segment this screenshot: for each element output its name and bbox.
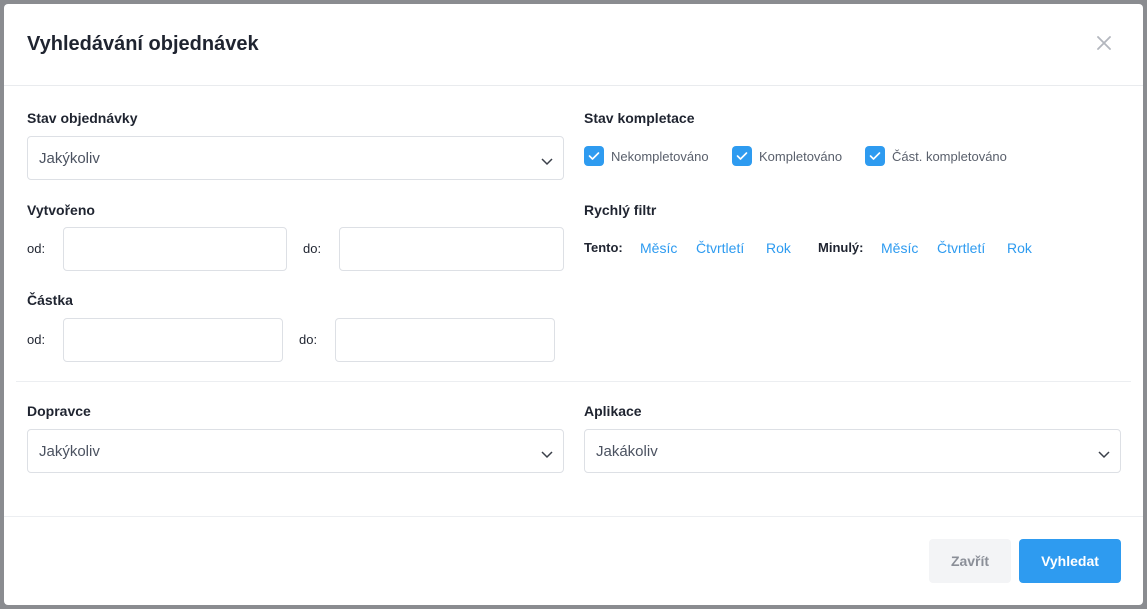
checkbox-completed[interactable]: Kompletováno	[732, 146, 842, 166]
quick-filter-label: Rychlý filtr	[584, 202, 657, 218]
carrier-label: Dopravce	[27, 403, 91, 419]
checkmark-icon	[732, 146, 752, 166]
checkbox-label: Část. kompletováno	[892, 148, 1007, 164]
quick-filter-this-year[interactable]: Rok	[766, 240, 791, 256]
search-button[interactable]: Vyhledat	[1019, 539, 1121, 583]
application-value: Jakákoliv	[596, 443, 658, 460]
amount-label: Částka	[27, 292, 73, 308]
footer-divider	[4, 516, 1143, 517]
checkbox-not-completed[interactable]: Nekompletováno	[584, 146, 709, 166]
order-status-label: Stav objednávky	[27, 110, 138, 126]
chevron-down-icon	[541, 153, 553, 166]
quick-filter-last-quarter[interactable]: Čtvrtletí	[937, 240, 985, 256]
checkbox-partially-completed[interactable]: Část. kompletováno	[865, 146, 1007, 166]
checkbox-label: Kompletováno	[759, 148, 843, 164]
section-divider	[16, 381, 1131, 382]
completion-status-label: Stav kompletace	[584, 110, 695, 126]
amount-from-input[interactable]	[63, 318, 283, 362]
created-to-input[interactable]	[339, 227, 564, 271]
amount-to-label: do:	[299, 332, 318, 347]
order-status-value: Jakýkoliv	[39, 150, 100, 167]
application-label: Aplikace	[584, 403, 642, 419]
order-status-select[interactable]: Jakýkoliv	[27, 136, 564, 180]
close-button[interactable]: Zavřít	[929, 539, 1011, 583]
created-from-label: od:	[27, 241, 46, 256]
checkmark-icon	[584, 146, 604, 166]
amount-to-input[interactable]	[335, 318, 555, 362]
quick-filter-this-month[interactable]: Měsíc	[640, 240, 677, 256]
created-from-input[interactable]	[63, 227, 287, 271]
quick-filter-this-quarter[interactable]: Čtvrtletí	[696, 240, 744, 256]
created-to-label: do:	[303, 241, 322, 256]
created-label: Vytvořeno	[27, 202, 95, 218]
carrier-value: Jakýkoliv	[39, 443, 100, 460]
close-icon[interactable]	[1097, 36, 1111, 50]
quick-filter-last-month[interactable]: Měsíc	[881, 240, 918, 256]
quick-filter-last-year[interactable]: Rok	[1007, 240, 1032, 256]
dialog-header: Vyhledávání objednávek	[4, 4, 1143, 86]
application-select[interactable]: Jakákoliv	[584, 429, 1121, 473]
dialog-title: Vyhledávání objednávek	[27, 33, 259, 55]
chevron-down-icon	[541, 446, 553, 459]
checkmark-icon	[865, 146, 885, 166]
quick-filter-last-label: Minulý:	[818, 240, 864, 255]
chevron-down-icon	[1098, 446, 1110, 459]
quick-filter-this-label: Tento:	[584, 240, 623, 255]
amount-from-label: od:	[27, 332, 46, 347]
checkbox-label: Nekompletováno	[611, 148, 709, 164]
carrier-select[interactable]: Jakýkoliv	[27, 429, 564, 473]
search-orders-dialog: Vyhledávání objednávek Stav objednávky J…	[4, 4, 1143, 605]
